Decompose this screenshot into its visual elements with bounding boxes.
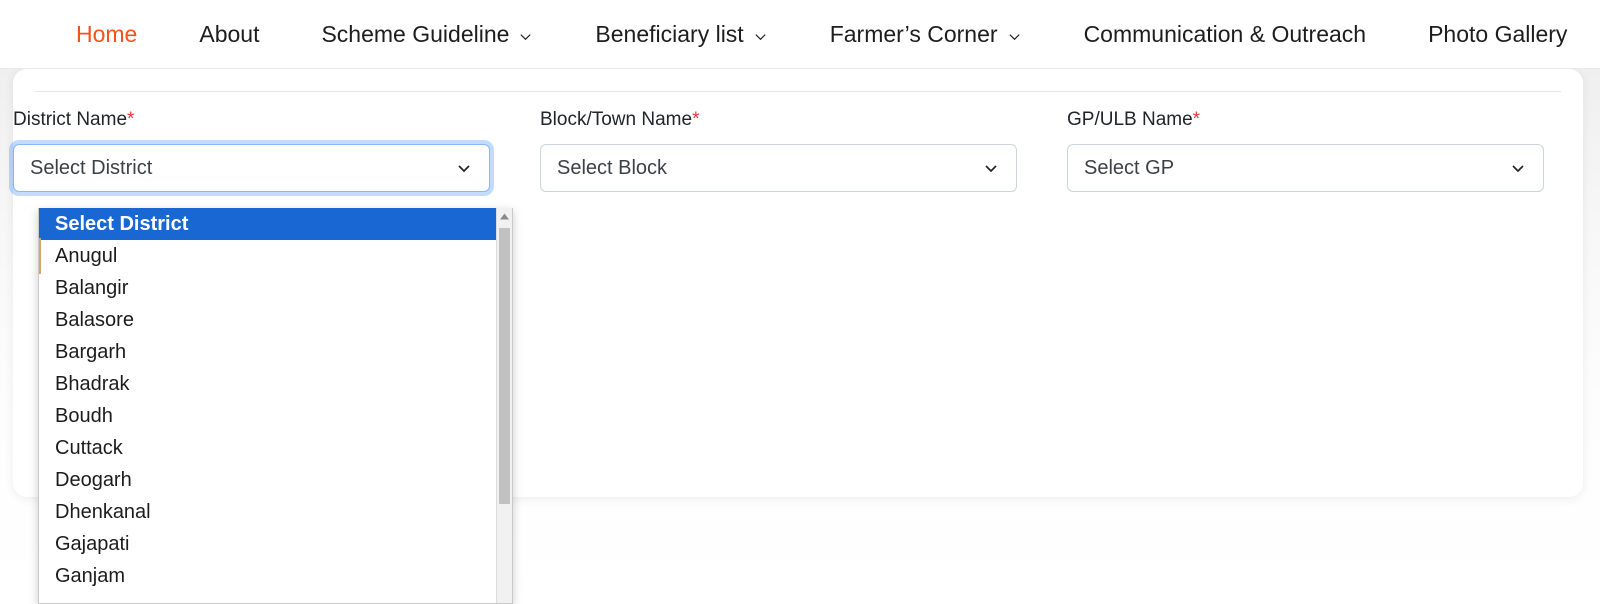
dropdown-left-accent: [39, 238, 41, 274]
required-asterisk: *: [1192, 109, 1201, 130]
field-gp-ulb-name: GP/ULB Name* Select GP: [1067, 110, 1570, 192]
district-dropdown-list[interactable]: Select District Anugul Balangir Balasore Bar…: [38, 208, 513, 604]
dropdown-option[interactable]: Select District: [39, 208, 498, 240]
dropdown-option[interactable]: Deogarh: [39, 464, 498, 496]
chevron-down-icon: [753, 29, 768, 44]
nav-item-photo-gallery[interactable]: Photo Gallery: [1428, 20, 1568, 47]
field-district-name: District Name* Select District: [13, 110, 516, 192]
label-text: District Name: [13, 109, 128, 130]
nav-item-label: Farmer’s Corner: [829, 20, 998, 47]
select-gp[interactable]: Select GP: [1067, 144, 1544, 192]
scroll-up-arrow-icon[interactable]: [497, 208, 512, 225]
chevron-down-icon: [455, 159, 473, 177]
dropdown-scrollbar[interactable]: [496, 208, 512, 603]
label-text: GP/ULB Name: [1067, 109, 1193, 130]
main-navigation: Home About Scheme Guideline Beneficiary …: [0, 0, 1600, 69]
chevron-down-icon: [1007, 29, 1022, 44]
label-text: Block/Town Name: [540, 109, 693, 130]
label-gp-ulb-name: GP/ULB Name*: [1067, 110, 1570, 129]
label-block-town-name: Block/Town Name*: [540, 110, 1043, 129]
field-block-town-name: Block/Town Name* Select Block: [540, 110, 1043, 192]
dropdown-option[interactable]: Bargarh: [39, 336, 498, 368]
label-district-name: District Name*: [13, 110, 516, 129]
nav-item-communication-outreach[interactable]: Communication & Outreach: [1083, 20, 1367, 47]
select-gp-value: Select GP: [1084, 156, 1175, 179]
dropdown-option[interactable]: Bhadrak: [39, 368, 498, 400]
select-district-value: Select District: [30, 156, 153, 179]
dropdown-option[interactable]: Dhenkanal: [39, 496, 498, 528]
dropdown-option[interactable]: Boudh: [39, 400, 498, 432]
nav-item-label: Beneficiary list: [595, 20, 744, 47]
dropdown-option[interactable]: Anugul: [39, 240, 498, 272]
nav-item-scheme-guideline[interactable]: Scheme Guideline: [321, 20, 533, 47]
card-divider: [35, 91, 1561, 92]
dropdown-option[interactable]: Balasore: [39, 304, 498, 336]
nav-item-about[interactable]: About: [199, 20, 260, 47]
required-asterisk: *: [127, 109, 135, 130]
dropdown-option[interactable]: Gajapati: [39, 528, 498, 560]
dropdown-scrollbar-thumb[interactable]: [499, 228, 510, 504]
nav-item-farmers-corner[interactable]: Farmer’s Corner: [829, 20, 1022, 47]
chevron-down-icon: [518, 29, 533, 44]
required-asterisk: *: [692, 109, 700, 130]
dropdown-option[interactable]: Balangir: [39, 272, 498, 304]
select-district[interactable]: Select District: [13, 144, 490, 192]
select-block-value: Select Block: [557, 156, 668, 179]
nav-item-beneficiary-list[interactable]: Beneficiary list: [595, 20, 768, 47]
dropdown-option[interactable]: Ganjam: [39, 560, 498, 592]
nav-item-home[interactable]: Home: [76, 20, 138, 47]
nav-item-label: Communication & Outreach: [1083, 20, 1367, 47]
nav-item-label: Photo Gallery: [1428, 20, 1568, 47]
page-root: Home About Scheme Guideline Beneficiary …: [0, 0, 1600, 604]
select-block[interactable]: Select Block: [540, 144, 1017, 192]
dropdown-option[interactable]: Cuttack: [39, 432, 498, 464]
location-filter-form: District Name* Select District Block/Tow…: [13, 110, 1583, 192]
chevron-down-icon: [1509, 159, 1527, 177]
chevron-down-icon: [982, 159, 1000, 177]
dropdown-options-container: Select District Anugul Balangir Balasore Bar…: [39, 208, 498, 603]
nav-item-label: About: [199, 20, 260, 47]
nav-item-label: Home: [76, 20, 138, 47]
nav-items-container: Home About Scheme Guideline Beneficiary …: [0, 0, 1567, 68]
nav-item-label: Scheme Guideline: [321, 20, 510, 47]
